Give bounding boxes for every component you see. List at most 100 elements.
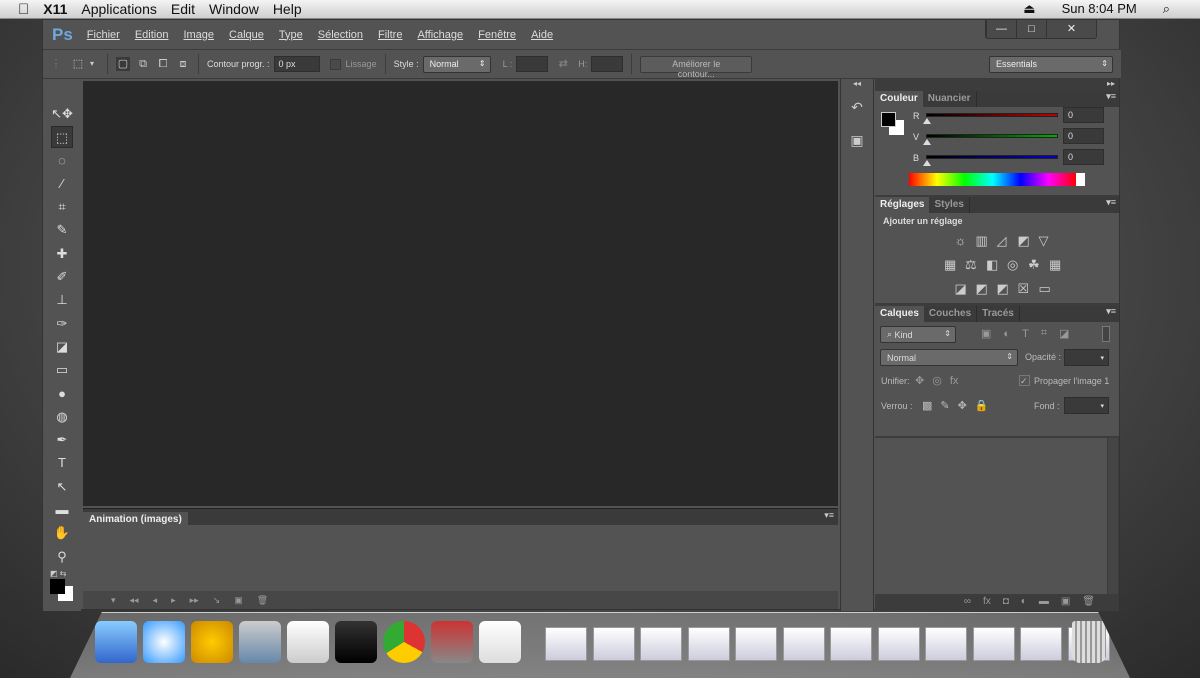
intersect-selection-icon[interactable]: ⧈ xyxy=(176,57,190,71)
clock[interactable]: Sun 8:04 PM xyxy=(1062,1,1137,17)
shape-tool-icon[interactable]: ▬ xyxy=(51,499,73,521)
collapse-panels-icon[interactable]: ▸▸ xyxy=(1107,79,1115,88)
menu-calque[interactable]: Calque xyxy=(229,29,264,41)
minimize-button[interactable]: — xyxy=(986,20,1016,38)
new-layer-icon[interactable]: ▣ xyxy=(1061,596,1070,611)
dock-minimized-window[interactable] xyxy=(592,627,635,661)
fill-input[interactable]: ▾ xyxy=(1064,397,1109,414)
adjustment-icon-1-0[interactable]: ▦ xyxy=(944,257,956,273)
dock-app-safari[interactable] xyxy=(143,621,185,663)
dock-minimized-window[interactable] xyxy=(1020,627,1062,661)
panel-menu-icon[interactable]: ▾≡ xyxy=(1106,306,1119,322)
adjustment-icon-0-1[interactable]: ▥ xyxy=(976,233,988,249)
panel-menu-icon[interactable]: ▾≡ xyxy=(1106,197,1119,213)
history-icon[interactable]: ↶ xyxy=(841,99,873,116)
canvas-area[interactable] xyxy=(83,81,838,506)
dock-app-opera[interactable] xyxy=(191,621,233,663)
brush-tool-icon[interactable]: ✐ xyxy=(51,266,73,288)
adjustment-icon-2-2[interactable]: ◩ xyxy=(997,281,1009,297)
dock-minimized-window[interactable] xyxy=(972,627,1015,661)
mask-icon[interactable]: ◘ xyxy=(1003,596,1009,611)
hand-tool-icon[interactable]: ✋ xyxy=(51,522,73,544)
smart-object-filter-icon[interactable]: ◪ xyxy=(1059,327,1069,340)
menu-applications[interactable]: Applications xyxy=(81,1,157,17)
adjustment-icon-2-0[interactable]: ◪ xyxy=(955,281,967,297)
type-tool-icon[interactable]: T xyxy=(51,452,73,474)
slider-handle-icon[interactable] xyxy=(923,160,931,166)
quick-select-tool-icon[interactable]: ⁄ xyxy=(51,173,73,195)
adjustment-icon-1-4[interactable]: ☘ xyxy=(1028,257,1040,273)
crop-tool-icon[interactable]: ⌗ xyxy=(51,196,73,218)
dock-app-xcode-tools[interactable] xyxy=(431,621,473,663)
slider-handle-icon[interactable] xyxy=(923,118,931,124)
foreground-background-swatch[interactable] xyxy=(50,578,74,601)
actions-icon[interactable]: ▣ xyxy=(841,132,873,149)
group-icon[interactable]: ▬ xyxy=(1039,596,1049,611)
dock-app-finder[interactable] xyxy=(95,621,137,663)
dock-app-network[interactable] xyxy=(239,621,281,663)
menu-x11[interactable]: X11 xyxy=(43,1,67,17)
pixel-filter-icon[interactable]: ▣ xyxy=(981,327,991,340)
layers-list[interactable] xyxy=(875,438,1107,594)
propagate-checkbox[interactable]: ✓ xyxy=(1019,375,1030,386)
lasso-tool-icon[interactable]: ◌ xyxy=(51,150,73,172)
lock-all-icon[interactable]: 🔒 xyxy=(975,399,989,412)
channel-value-V[interactable]: 0 xyxy=(1063,128,1104,144)
clone-stamp-tool-icon[interactable]: ⊥ xyxy=(51,289,73,311)
adjustment-icon-2-3[interactable]: ☒ xyxy=(1018,281,1030,297)
workspace-select[interactable]: Essentials xyxy=(989,55,1113,73)
new-selection-icon[interactable]: ▢ xyxy=(116,57,130,71)
tab-animation[interactable]: Animation (images) xyxy=(83,512,188,527)
tab-calques[interactable]: Calques xyxy=(875,306,924,322)
tab-traces[interactable]: Tracés xyxy=(977,306,1020,322)
adjustment-filter-icon[interactable]: ◐ xyxy=(1003,328,1010,340)
contour-input[interactable]: 0 px xyxy=(273,56,320,72)
adjustment-icon-1-3[interactable]: ◎ xyxy=(1007,257,1018,273)
menu-help[interactable]: Help xyxy=(273,1,302,17)
rect-marquee-preset-icon[interactable]: ⬚ xyxy=(71,57,85,71)
apple-menu-icon[interactable]:  xyxy=(18,1,29,18)
expand-panels-icon[interactable]: ◂◂ xyxy=(841,79,873,89)
menu-image[interactable]: Image xyxy=(183,29,214,41)
dock-app-x11[interactable] xyxy=(479,621,521,663)
tab-couleur[interactable]: Couleur xyxy=(875,91,923,107)
adjustment-icon-0-4[interactable]: ▽ xyxy=(1039,233,1049,249)
panel-menu-icon[interactable]: ▾≡ xyxy=(1106,91,1119,107)
dodge-tool-icon[interactable]: ◍ xyxy=(51,406,73,428)
pen-tool-icon[interactable]: ✒ xyxy=(51,429,73,451)
link-layers-icon[interactable]: ∞ xyxy=(964,596,971,611)
adjustment-icon-0-2[interactable]: ◿ xyxy=(997,233,1007,249)
menu-affichage[interactable]: Affichage xyxy=(417,29,463,41)
tab-reglages[interactable]: Réglages xyxy=(875,197,930,213)
dock-app-chrome[interactable] xyxy=(383,621,425,663)
dock-minimized-window[interactable] xyxy=(877,627,920,661)
channel-value-B[interactable]: 0 xyxy=(1063,149,1104,165)
menu-fichier[interactable]: Fichier xyxy=(87,29,120,41)
add-selection-icon[interactable]: ⧉ xyxy=(136,57,150,71)
animation-control-4[interactable]: ▸▸ xyxy=(190,595,199,606)
blend-mode-select[interactable]: Normal xyxy=(880,349,1018,366)
menu-fenetre[interactable]: Fenêtre xyxy=(478,29,516,41)
adjustment-icon-2-4[interactable]: ▭ xyxy=(1039,281,1051,297)
menu-filtre[interactable]: Filtre xyxy=(378,29,402,41)
lock-transparency-icon[interactable]: ▩ xyxy=(922,399,932,412)
adjustment-icon[interactable]: ◐ xyxy=(1021,596,1027,611)
lissage-checkbox[interactable] xyxy=(329,58,341,70)
animation-control-1[interactable]: ◂◂ xyxy=(130,595,139,606)
tab-couches[interactable]: Couches xyxy=(924,306,978,322)
gradient-tool-icon[interactable]: ▭ xyxy=(51,359,73,381)
channel-value-R[interactable]: 0 xyxy=(1063,107,1104,123)
slider-handle-icon[interactable] xyxy=(923,139,931,145)
adjustment-icon-0-0[interactable]: ☼ xyxy=(955,233,967,248)
dock-minimized-window[interactable] xyxy=(687,627,730,661)
animation-control-5[interactable]: ↘ xyxy=(213,595,221,606)
lock-pixels-icon[interactable]: ✎ xyxy=(940,399,949,412)
zoom-tool-icon[interactable]: ⚲ xyxy=(51,546,73,568)
lock-position-icon[interactable]: ✥ xyxy=(958,399,967,412)
menu-window[interactable]: Window xyxy=(209,1,259,17)
subtract-selection-icon[interactable]: ⧠ xyxy=(156,57,170,71)
dock-minimized-window[interactable] xyxy=(782,627,825,661)
animation-control-2[interactable]: ◂ xyxy=(153,595,158,606)
color-spectrum-bar[interactable] xyxy=(909,173,1085,186)
dock-minimized-window[interactable] xyxy=(925,627,967,661)
